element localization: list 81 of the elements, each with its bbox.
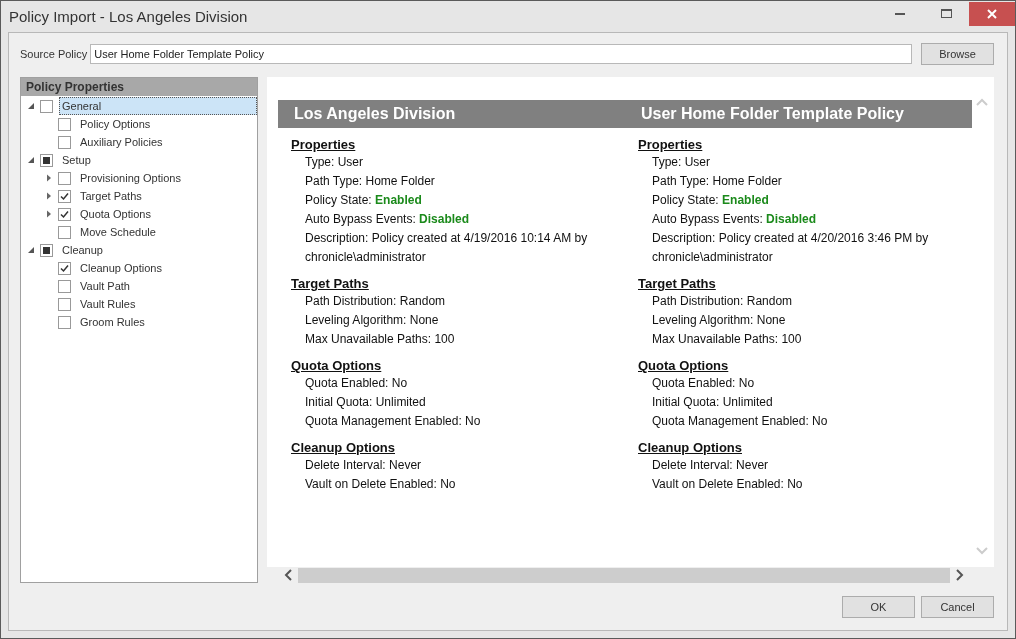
property-line: Description: Policy created at 4/19/2016 10:14 AM by chronicle\administrator — [304, 230, 589, 266]
checkbox[interactable] — [58, 135, 71, 149]
checkbox[interactable] — [58, 117, 71, 131]
source-policy-label: Source Policy — [20, 48, 88, 60]
property-line: Type: User — [651, 154, 712, 171]
property-line: Quota Management Enabled: No — [304, 413, 482, 430]
tree-item[interactable]: Target Paths — [77, 187, 145, 205]
scrollbar-thumb[interactable] — [298, 567, 950, 583]
property-line: Delete Interval: Never — [304, 457, 423, 474]
collapse-arrow-icon[interactable] — [27, 246, 35, 254]
property-line: Path Type: Home Folder — [651, 173, 783, 190]
column-header: User Home Folder Template Policy — [625, 100, 972, 128]
checkbox[interactable] — [58, 261, 71, 275]
property-line: Policy State: Enabled — [651, 192, 770, 209]
property-line: Delete Interval: Never — [651, 457, 770, 474]
tree-item[interactable]: Vault Path — [77, 277, 133, 295]
property-line: Type: User — [304, 154, 365, 171]
expand-arrow-icon[interactable] — [45, 174, 53, 182]
section-heading: Properties — [291, 136, 357, 153]
property-line: Leveling Algorithm: None — [651, 312, 787, 329]
property-line: Initial Quota: Unlimited — [304, 394, 427, 411]
tree-item[interactable]: General — [59, 97, 257, 115]
tree-item[interactable]: Cleanup — [59, 241, 106, 259]
minimize-icon — [895, 12, 905, 15]
source-policy-field[interactable]: User Home Folder Template Policy — [90, 44, 912, 64]
checkbox[interactable] — [58, 225, 71, 239]
expand-arrow-icon[interactable] — [45, 192, 53, 200]
property-line: Max Unavailable Paths: 100 — [651, 331, 803, 348]
checkbox[interactable] — [58, 171, 71, 185]
tree-item[interactable]: Provisioning Options — [77, 169, 184, 187]
scroll-right-icon[interactable] — [956, 569, 964, 581]
close-icon — [987, 8, 997, 19]
collapse-arrow-icon[interactable] — [27, 102, 35, 110]
property-line: Initial Quota: Unlimited — [651, 394, 774, 411]
section-heading: Cleanup Options — [638, 439, 743, 456]
tree-item[interactable]: Move Schedule — [77, 223, 159, 241]
column-header: Los Angeles Division — [278, 100, 625, 128]
property-line: Vault on Delete Enabled: No — [304, 476, 457, 493]
close-button[interactable] — [969, 1, 1015, 26]
checkbox[interactable] — [58, 279, 71, 293]
property-line: Path Type: Home Folder — [304, 173, 436, 190]
property-line: Quota Management Enabled: No — [651, 413, 829, 430]
section-heading: Target Paths — [291, 275, 370, 292]
property-line: Leveling Algorithm: None — [304, 312, 440, 329]
section-heading: Quota Options — [638, 357, 730, 374]
checkbox[interactable] — [58, 315, 71, 329]
browse-button[interactable]: Browse — [921, 43, 994, 65]
property-line: Vault on Delete Enabled: No — [651, 476, 804, 493]
property-line: Max Unavailable Paths: 100 — [304, 331, 456, 348]
property-line: Policy State: Enabled — [304, 192, 423, 209]
section-heading: Cleanup Options — [291, 439, 396, 456]
tree-item[interactable]: Auxiliary Policies — [77, 133, 166, 151]
collapse-arrow-icon[interactable] — [27, 156, 35, 164]
window-title: Policy Import - Los Angeles Division — [9, 8, 249, 25]
expand-arrow-icon[interactable] — [45, 210, 53, 218]
dialog-button[interactable]: OK — [842, 596, 915, 618]
property-line: Quota Enabled: No — [304, 375, 409, 392]
tree-header: Policy Properties — [21, 78, 257, 96]
section-heading: Properties — [638, 136, 704, 153]
checkmark-icon — [60, 263, 69, 273]
scroll-left-icon[interactable] — [284, 569, 292, 581]
property-line: Path Distribution: Random — [651, 293, 794, 310]
tree-item[interactable]: Groom Rules — [77, 313, 148, 331]
section-heading: Target Paths — [638, 275, 717, 292]
tree-item[interactable]: Quota Options — [77, 205, 154, 223]
checkbox[interactable] — [40, 99, 53, 113]
property-line: Path Distribution: Random — [304, 293, 447, 310]
tree-item[interactable]: Setup — [59, 151, 94, 169]
checkbox[interactable] — [58, 207, 71, 221]
section-heading: Quota Options — [291, 357, 383, 374]
dialog-button[interactable]: Cancel — [921, 596, 994, 618]
checkbox[interactable] — [58, 297, 71, 311]
property-line: Description: Policy created at 4/20/2016 3:46 PM by chronicle\administrator — [651, 230, 930, 266]
checkbox[interactable] — [58, 189, 71, 203]
property-line: Auto Bypass Events: Disabled — [651, 211, 818, 228]
property-line: Auto Bypass Events: Disabled — [304, 211, 471, 228]
maximize-icon — [940, 9, 952, 18]
tree-item[interactable]: Cleanup Options — [77, 259, 165, 277]
tree-item[interactable]: Vault Rules — [77, 295, 139, 313]
property-line: Quota Enabled: No — [651, 375, 756, 392]
tree-item[interactable]: Policy Options — [77, 115, 154, 133]
